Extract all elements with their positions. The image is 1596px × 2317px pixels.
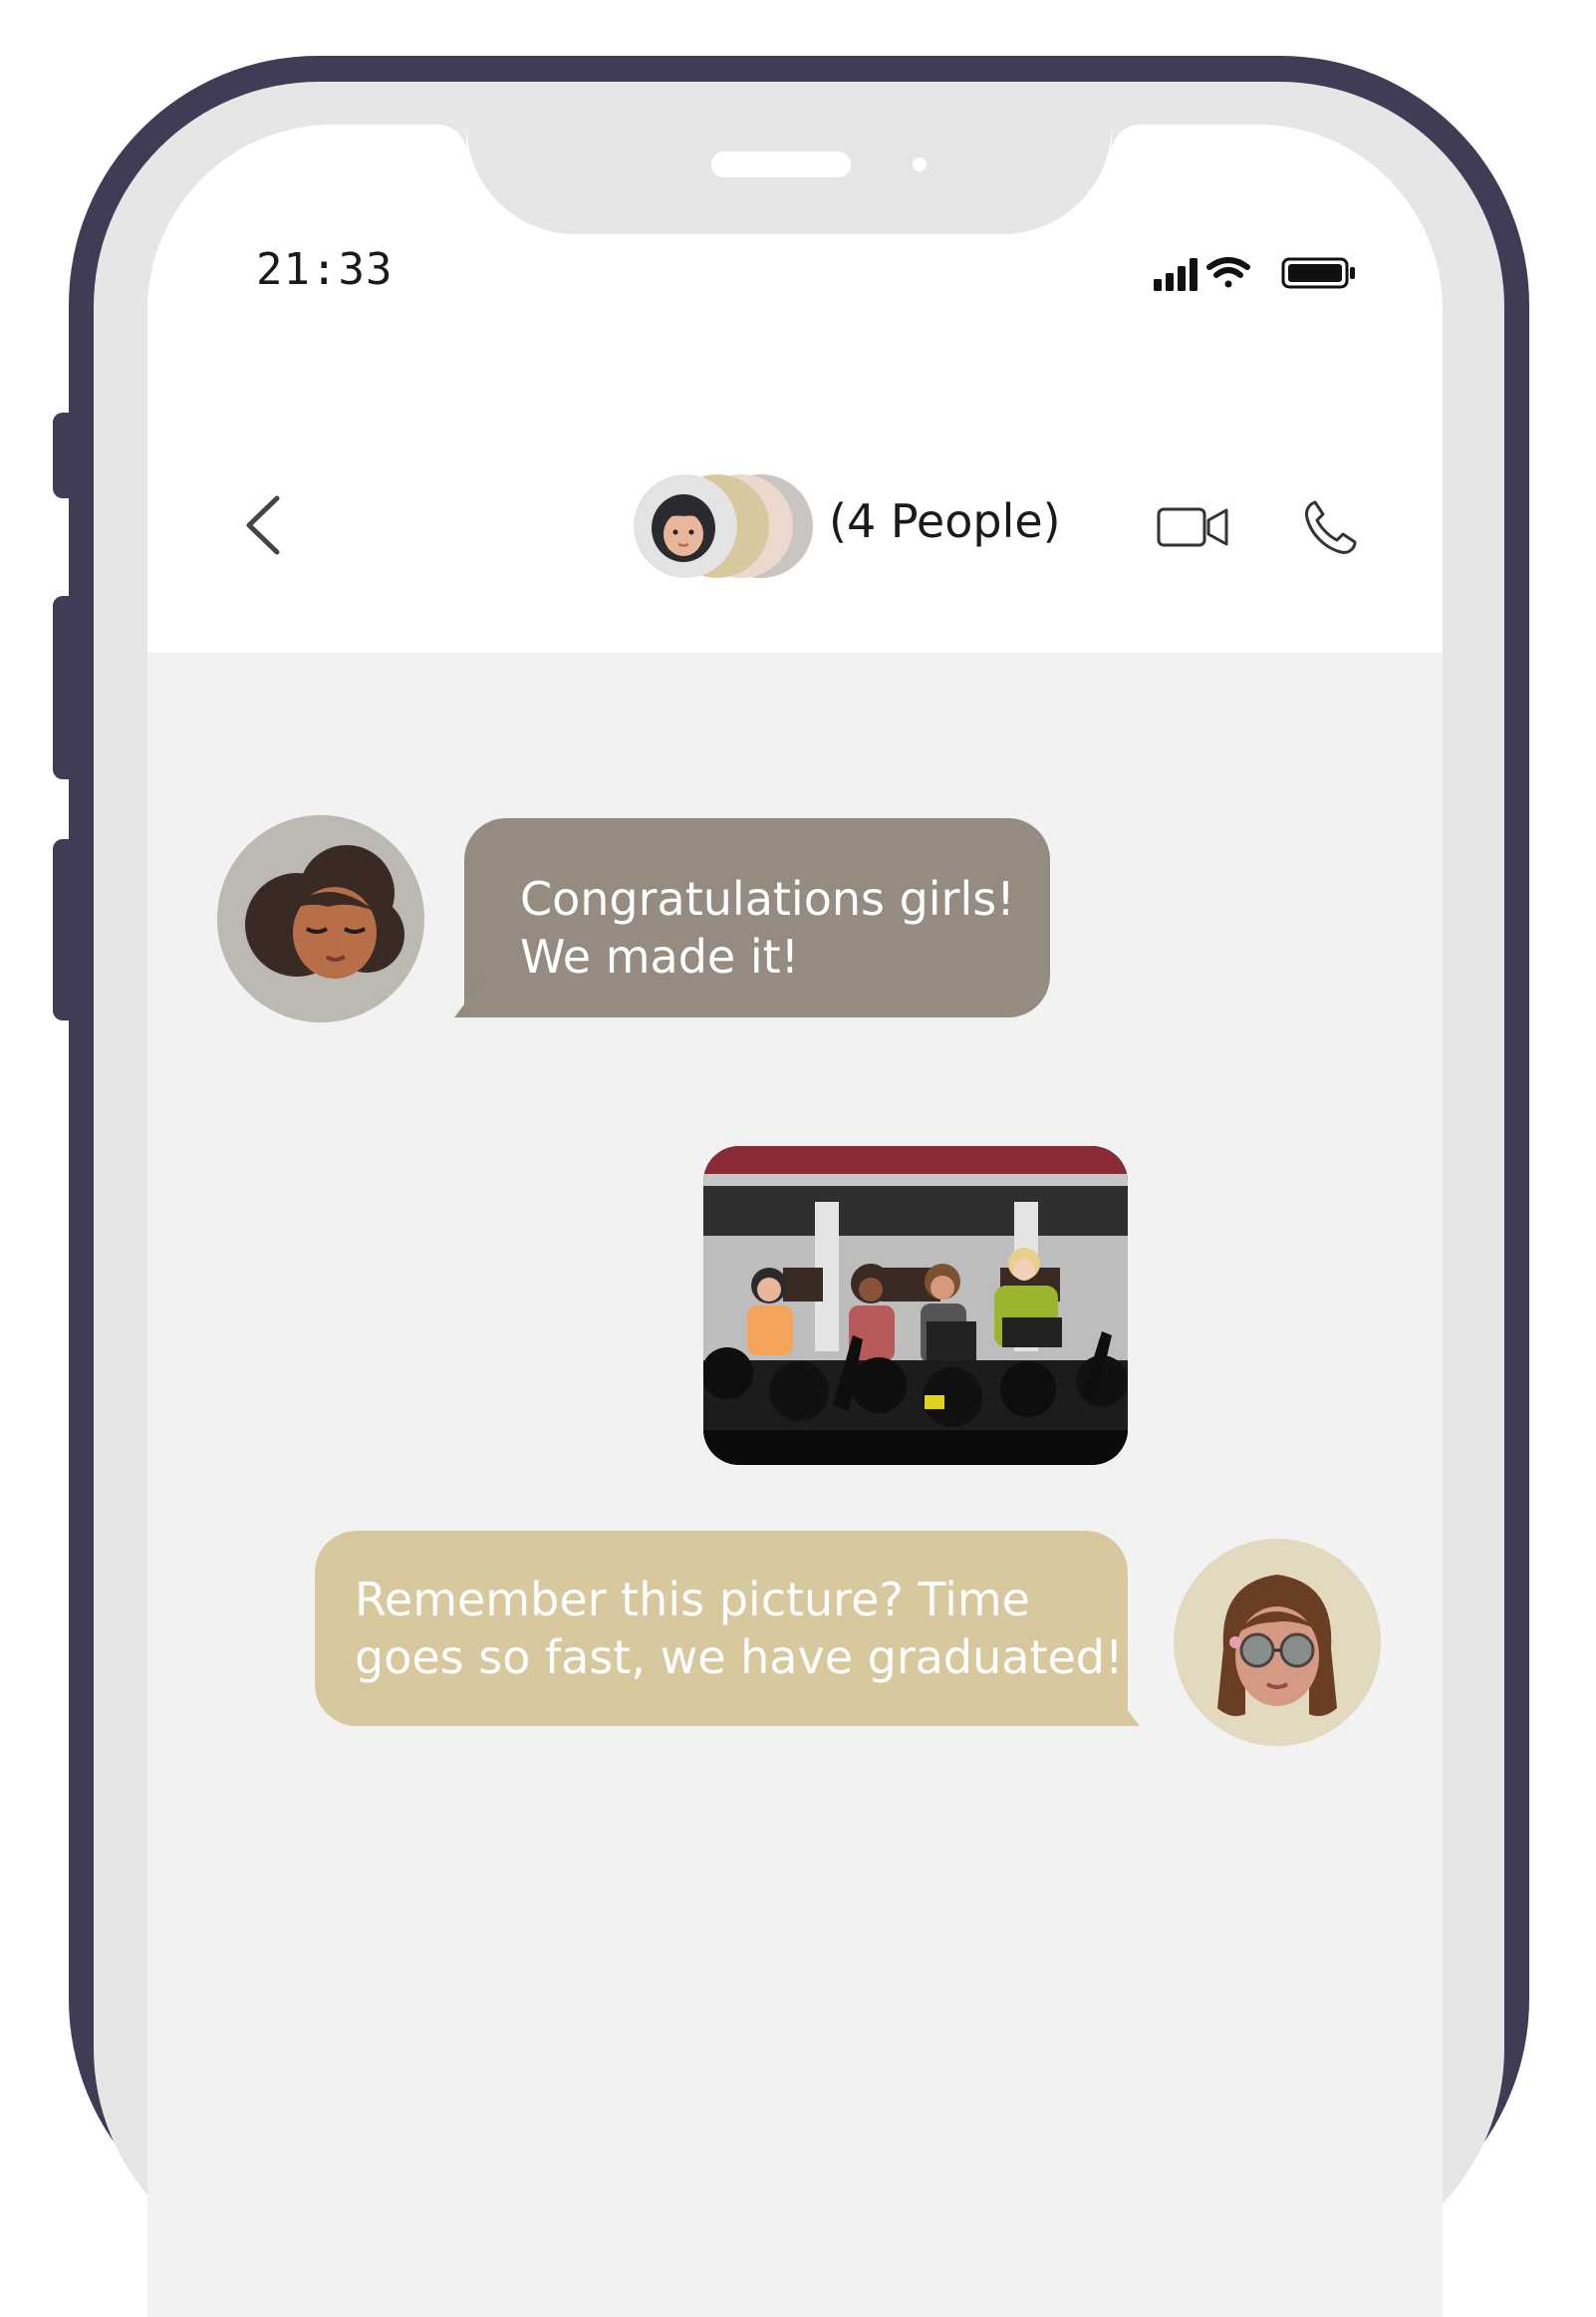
outgoing-message-bubble[interactable]: Remember this picture? Time goes so fast… [315,1531,1128,1726]
message-line: We made it! [520,930,800,984]
sender-avatar-glasses[interactable] [1174,1539,1381,1746]
front-camera [913,157,927,171]
status-time: 21:33 [256,244,394,295]
message-line: Congratulations girls! [520,872,1015,926]
status-icons [1154,257,1355,291]
group-title[interactable]: (4 People) [829,494,1061,548]
message-line: goes so fast, we have graduated! [355,1630,1124,1684]
shared-photo-graduation[interactable] [703,1146,1128,1465]
cellular-signal-icon [1154,258,1197,291]
phone-call-icon[interactable] [1301,498,1359,556]
wifi-icon [1206,257,1250,288]
video-camera-icon[interactable] [1156,504,1231,550]
message-line: Remember this picture? Time [355,1573,1030,1626]
incoming-message-bubble[interactable]: Congratulations girls! We made it! [464,818,1050,1017]
speaker-grille [711,151,851,177]
back-chevron-icon[interactable] [239,492,287,558]
group-avatar-1 [634,474,737,578]
group-avatar-stack[interactable] [634,474,813,578]
sender-avatar-curly-hair[interactable] [217,815,424,1022]
phone-notch [436,125,1142,234]
battery-icon [1281,257,1355,289]
graduation-photo-illustration [703,1146,1128,1465]
